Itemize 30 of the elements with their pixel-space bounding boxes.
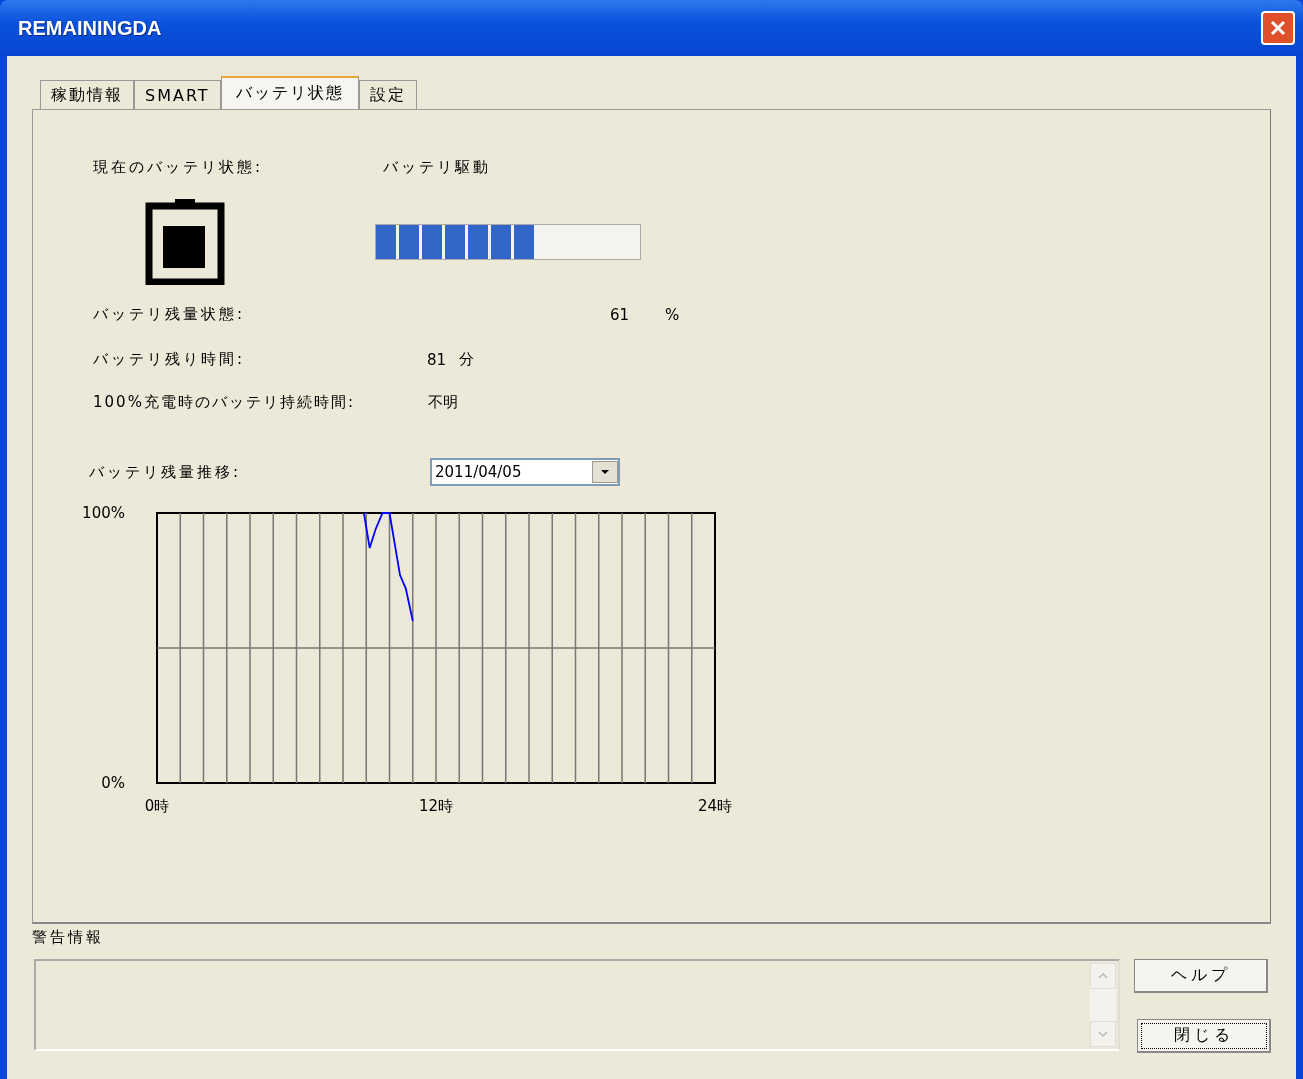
x-tick-label: 12時 (418, 797, 454, 815)
y-tick-label: 0% (101, 773, 125, 792)
date-dropdown[interactable]: 2011/04/05 (430, 458, 620, 486)
battery-icon (145, 199, 225, 285)
remaining-unit: % (665, 305, 680, 324)
full-duration-value: 不明 (428, 393, 458, 412)
close-dialog-button[interactable]: 閉じる (1137, 1019, 1271, 1053)
close-icon (1268, 18, 1288, 38)
y-tick-label: 100% (82, 503, 125, 522)
caret-icon (600, 469, 610, 475)
window-title: REMAININGDA (18, 16, 162, 40)
tab[interactable]: 稼動情報 (40, 80, 134, 109)
status-label: 現在のバッテリ状態: (93, 158, 265, 177)
history-label: バッテリ残量推移: (89, 462, 243, 482)
help-button[interactable]: ヘルプ (1134, 959, 1268, 993)
time-left-value: 81 (427, 350, 448, 369)
remaining-value: 61 (610, 305, 631, 324)
close-button[interactable] (1261, 11, 1295, 45)
x-tick-label: 0時 (144, 797, 170, 815)
tab[interactable]: 設定 (358, 80, 417, 109)
remaining-label: バッテリ残量状態: (93, 305, 247, 324)
x-tick-label: 24時 (697, 797, 733, 815)
warnings-label: 警告情報 (32, 928, 104, 947)
dropdown-button[interactable] (592, 461, 618, 483)
tab[interactable]: バッテリ状態 (220, 76, 359, 109)
full-duration-label: 100%充電時のバッテリ持続時間: (93, 393, 356, 412)
status-value: バッテリ駆動 (383, 158, 491, 177)
tab[interactable]: SMART (134, 80, 221, 109)
time-left-unit: 分 (459, 350, 474, 369)
time-left-label: バッテリ残り時間: (93, 350, 247, 369)
